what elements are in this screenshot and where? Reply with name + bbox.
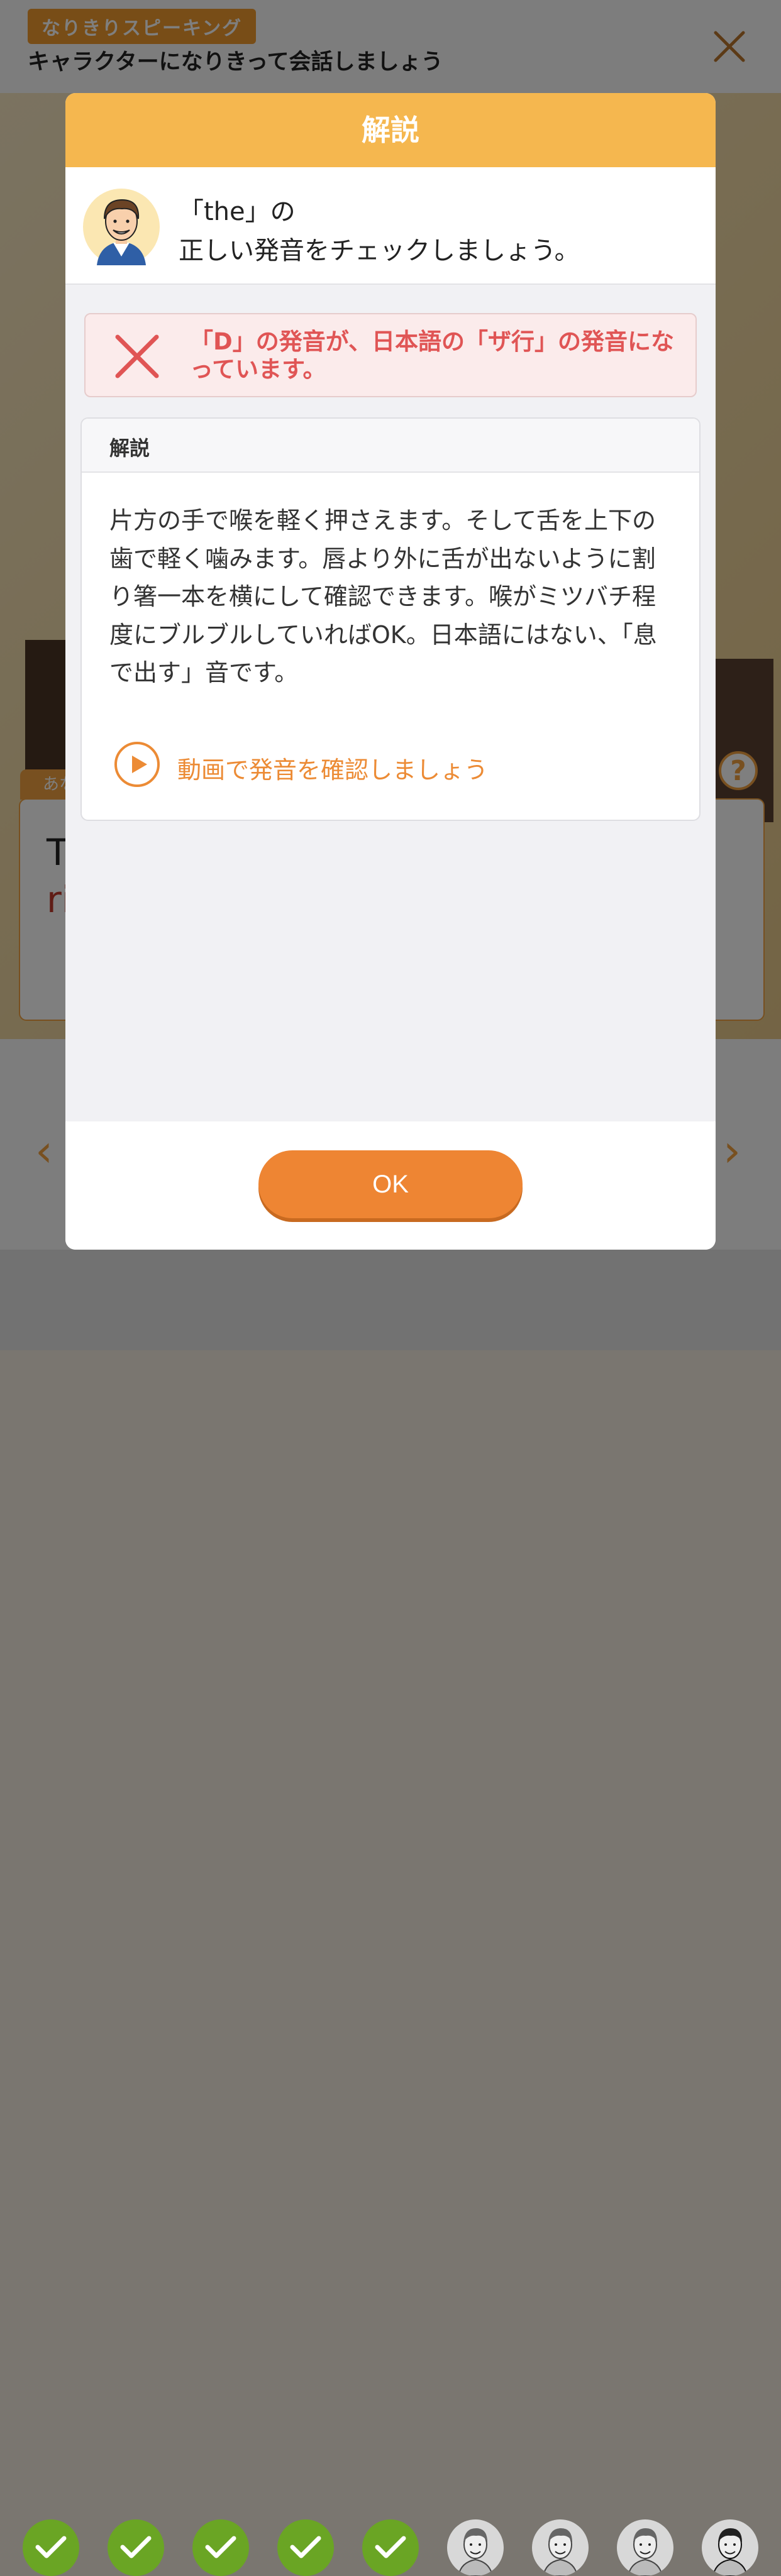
progress-complete-check-icon <box>192 2519 249 2576</box>
intro-instruction: 正しい発音をチェックしましょう。 <box>179 236 580 265</box>
intro-word: 「the」の <box>179 197 296 226</box>
error-banner: 「D」の発音が、日本語の「ザ行」の発音になっています。 <box>84 313 697 397</box>
explanation-modal: 解説 「the」の 正しい発音をチェックしましょう。 「D」の発音が、日本語の「… <box>65 93 716 1250</box>
explanation-text: 片方の手で喉を軽く押さえます。そして舌を上下の歯で軽く噛みます。唇より外に舌が出… <box>109 507 657 686</box>
incorrect-x-icon <box>115 334 159 378</box>
ok-button[interactable]: OK <box>258 1150 523 1218</box>
explanation-panel: 解説 片方の手で喉を軽く押さえます。そして舌を上下の歯で軽く噛みます。唇より外に… <box>80 417 701 821</box>
video-link-label[interactable]: 動画で発音を確認しましょう <box>177 751 488 785</box>
panel-header: 解説 <box>82 419 699 473</box>
progress-complete-check-icon <box>362 2519 419 2576</box>
modal-footer: OK <box>65 1121 716 1250</box>
progress-complete-check-icon <box>277 2519 334 2576</box>
modal-title: 解説 <box>65 93 716 167</box>
panel-title: 解説 <box>109 436 150 460</box>
error-message: 「D」の発音が、日本語の「ザ行」の発音になっています。 <box>190 328 674 383</box>
progress-complete-check-icon <box>23 2519 79 2576</box>
progress-pending-avatar-icon <box>532 2519 589 2576</box>
progress-complete-check-icon <box>108 2519 164 2576</box>
modal-intro: 「the」の 正しい発音をチェックしましょう。 <box>65 167 716 285</box>
progress-pending-avatar-icon <box>447 2519 504 2576</box>
play-icon[interactable] <box>113 740 161 788</box>
progress-current-avatar-icon <box>702 2519 758 2576</box>
teacher-avatar <box>83 189 160 265</box>
progress-pending-avatar-icon <box>617 2519 673 2576</box>
